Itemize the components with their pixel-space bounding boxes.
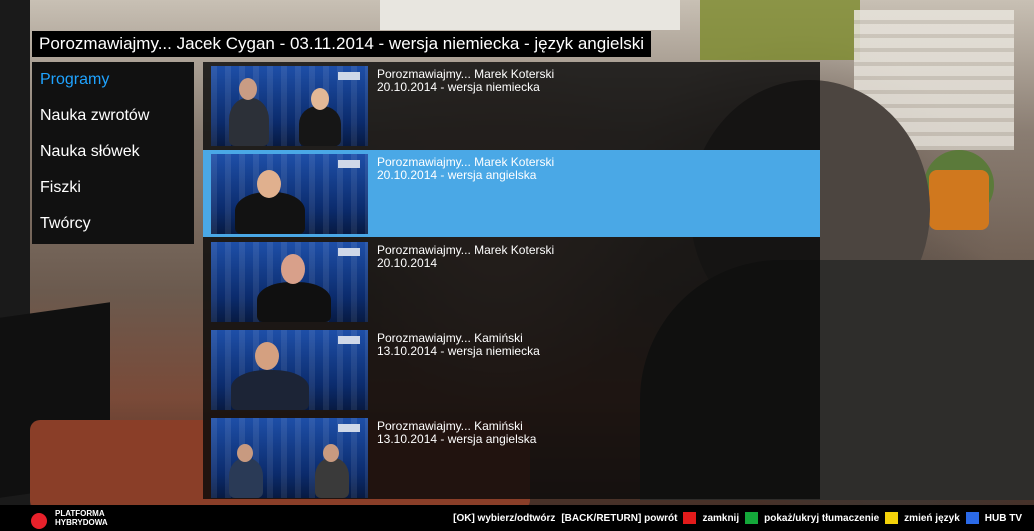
program-title: Porozmawiajmy... Kamiński	[377, 331, 523, 345]
brand-line-1: PLATFORMA	[55, 509, 105, 518]
hint-green-translation: pokaż/ukryj tłumaczenie	[764, 512, 880, 524]
footer-bar: PLATFORMA HYBRYDOWA [OK] wybierz/odtwórz…	[0, 505, 1034, 531]
red-key-icon	[683, 512, 697, 524]
tv-logo-icon	[338, 336, 360, 344]
brand-label: PLATFORMA HYBRYDOWA	[55, 509, 115, 527]
sidebar-menu: Programy Nauka zwrotów Nauka słówek Fisz…	[32, 62, 194, 244]
program-list: Porozmawiajmy... Marek Koterski 20.10.20…	[203, 62, 820, 499]
tv-logo-icon	[338, 248, 360, 256]
program-date: 20.10.2014 - wersja angielska	[377, 168, 537, 182]
program-thumbnail	[211, 330, 368, 410]
now-playing-title: Porozmawiajmy... Jacek Cygan - 03.11.201…	[32, 31, 652, 57]
program-row-selected[interactable]: Porozmawiajmy... Marek Koterski 20.10.20…	[203, 150, 820, 237]
program-title: Porozmawiajmy... Marek Koterski	[377, 155, 555, 169]
program-title: Porozmawiajmy... Marek Koterski	[377, 243, 555, 257]
brand-line-2: HYBRYDOWA	[55, 518, 108, 527]
tv-logo-icon	[338, 424, 360, 432]
green-key-icon	[745, 512, 759, 524]
program-date: 20.10.2014	[377, 256, 438, 270]
remote-hints: [OK] wybierz/odtwórz [BACK/RETURN] powró…	[453, 512, 1028, 524]
program-thumbnail	[211, 154, 368, 234]
sidebar-item-nauka-slowek[interactable]: Nauka słówek	[32, 134, 194, 170]
program-date: 13.10.2014 - wersja niemiecka	[377, 344, 540, 358]
tv-logo-icon	[338, 72, 360, 80]
program-row[interactable]: Porozmawiajmy... Marek Koterski 20.10.20…	[203, 238, 820, 325]
hint-red-close: zamknij	[702, 512, 740, 524]
background-pot	[929, 170, 989, 230]
program-row[interactable]: Porozmawiajmy... Kamiński 13.10.2014 - w…	[203, 326, 820, 413]
hint-yellow-language: zmień język	[904, 512, 960, 524]
background-wall	[380, 0, 680, 30]
blue-key-icon	[965, 512, 979, 524]
yellow-key-icon	[885, 512, 899, 524]
program-date: 20.10.2014 - wersja niemiecka	[377, 80, 540, 94]
program-thumbnail	[211, 242, 368, 322]
sidebar-item-tworcy[interactable]: Twórcy	[32, 206, 194, 242]
program-thumbnail	[211, 418, 368, 498]
program-row[interactable]: Porozmawiajmy... Marek Koterski 20.10.20…	[203, 62, 820, 149]
program-thumbnail	[211, 66, 368, 146]
sidebar-item-fiszki[interactable]: Fiszki	[32, 170, 194, 206]
sidebar-item-programy[interactable]: Programy	[32, 62, 194, 98]
sidebar-item-nauka-zwrotow[interactable]: Nauka zwrotów	[32, 98, 194, 134]
hint-ok: [OK] wybierz/odtwórz	[453, 512, 556, 524]
platforma-hybrydowa-logo-icon	[31, 513, 47, 529]
program-title: Porozmawiajmy... Marek Koterski	[377, 67, 555, 81]
program-title: Porozmawiajmy... Kamiński	[377, 419, 523, 433]
program-row[interactable]: Porozmawiajmy... Kamiński 13.10.2014 - w…	[203, 414, 820, 501]
hint-back: [BACK/RETURN] powrót	[561, 512, 678, 524]
tv-logo-icon	[338, 160, 360, 168]
hint-blue-hub: HUB TV	[984, 512, 1022, 524]
background-decoration	[700, 0, 860, 60]
program-date: 13.10.2014 - wersja angielska	[377, 432, 537, 446]
